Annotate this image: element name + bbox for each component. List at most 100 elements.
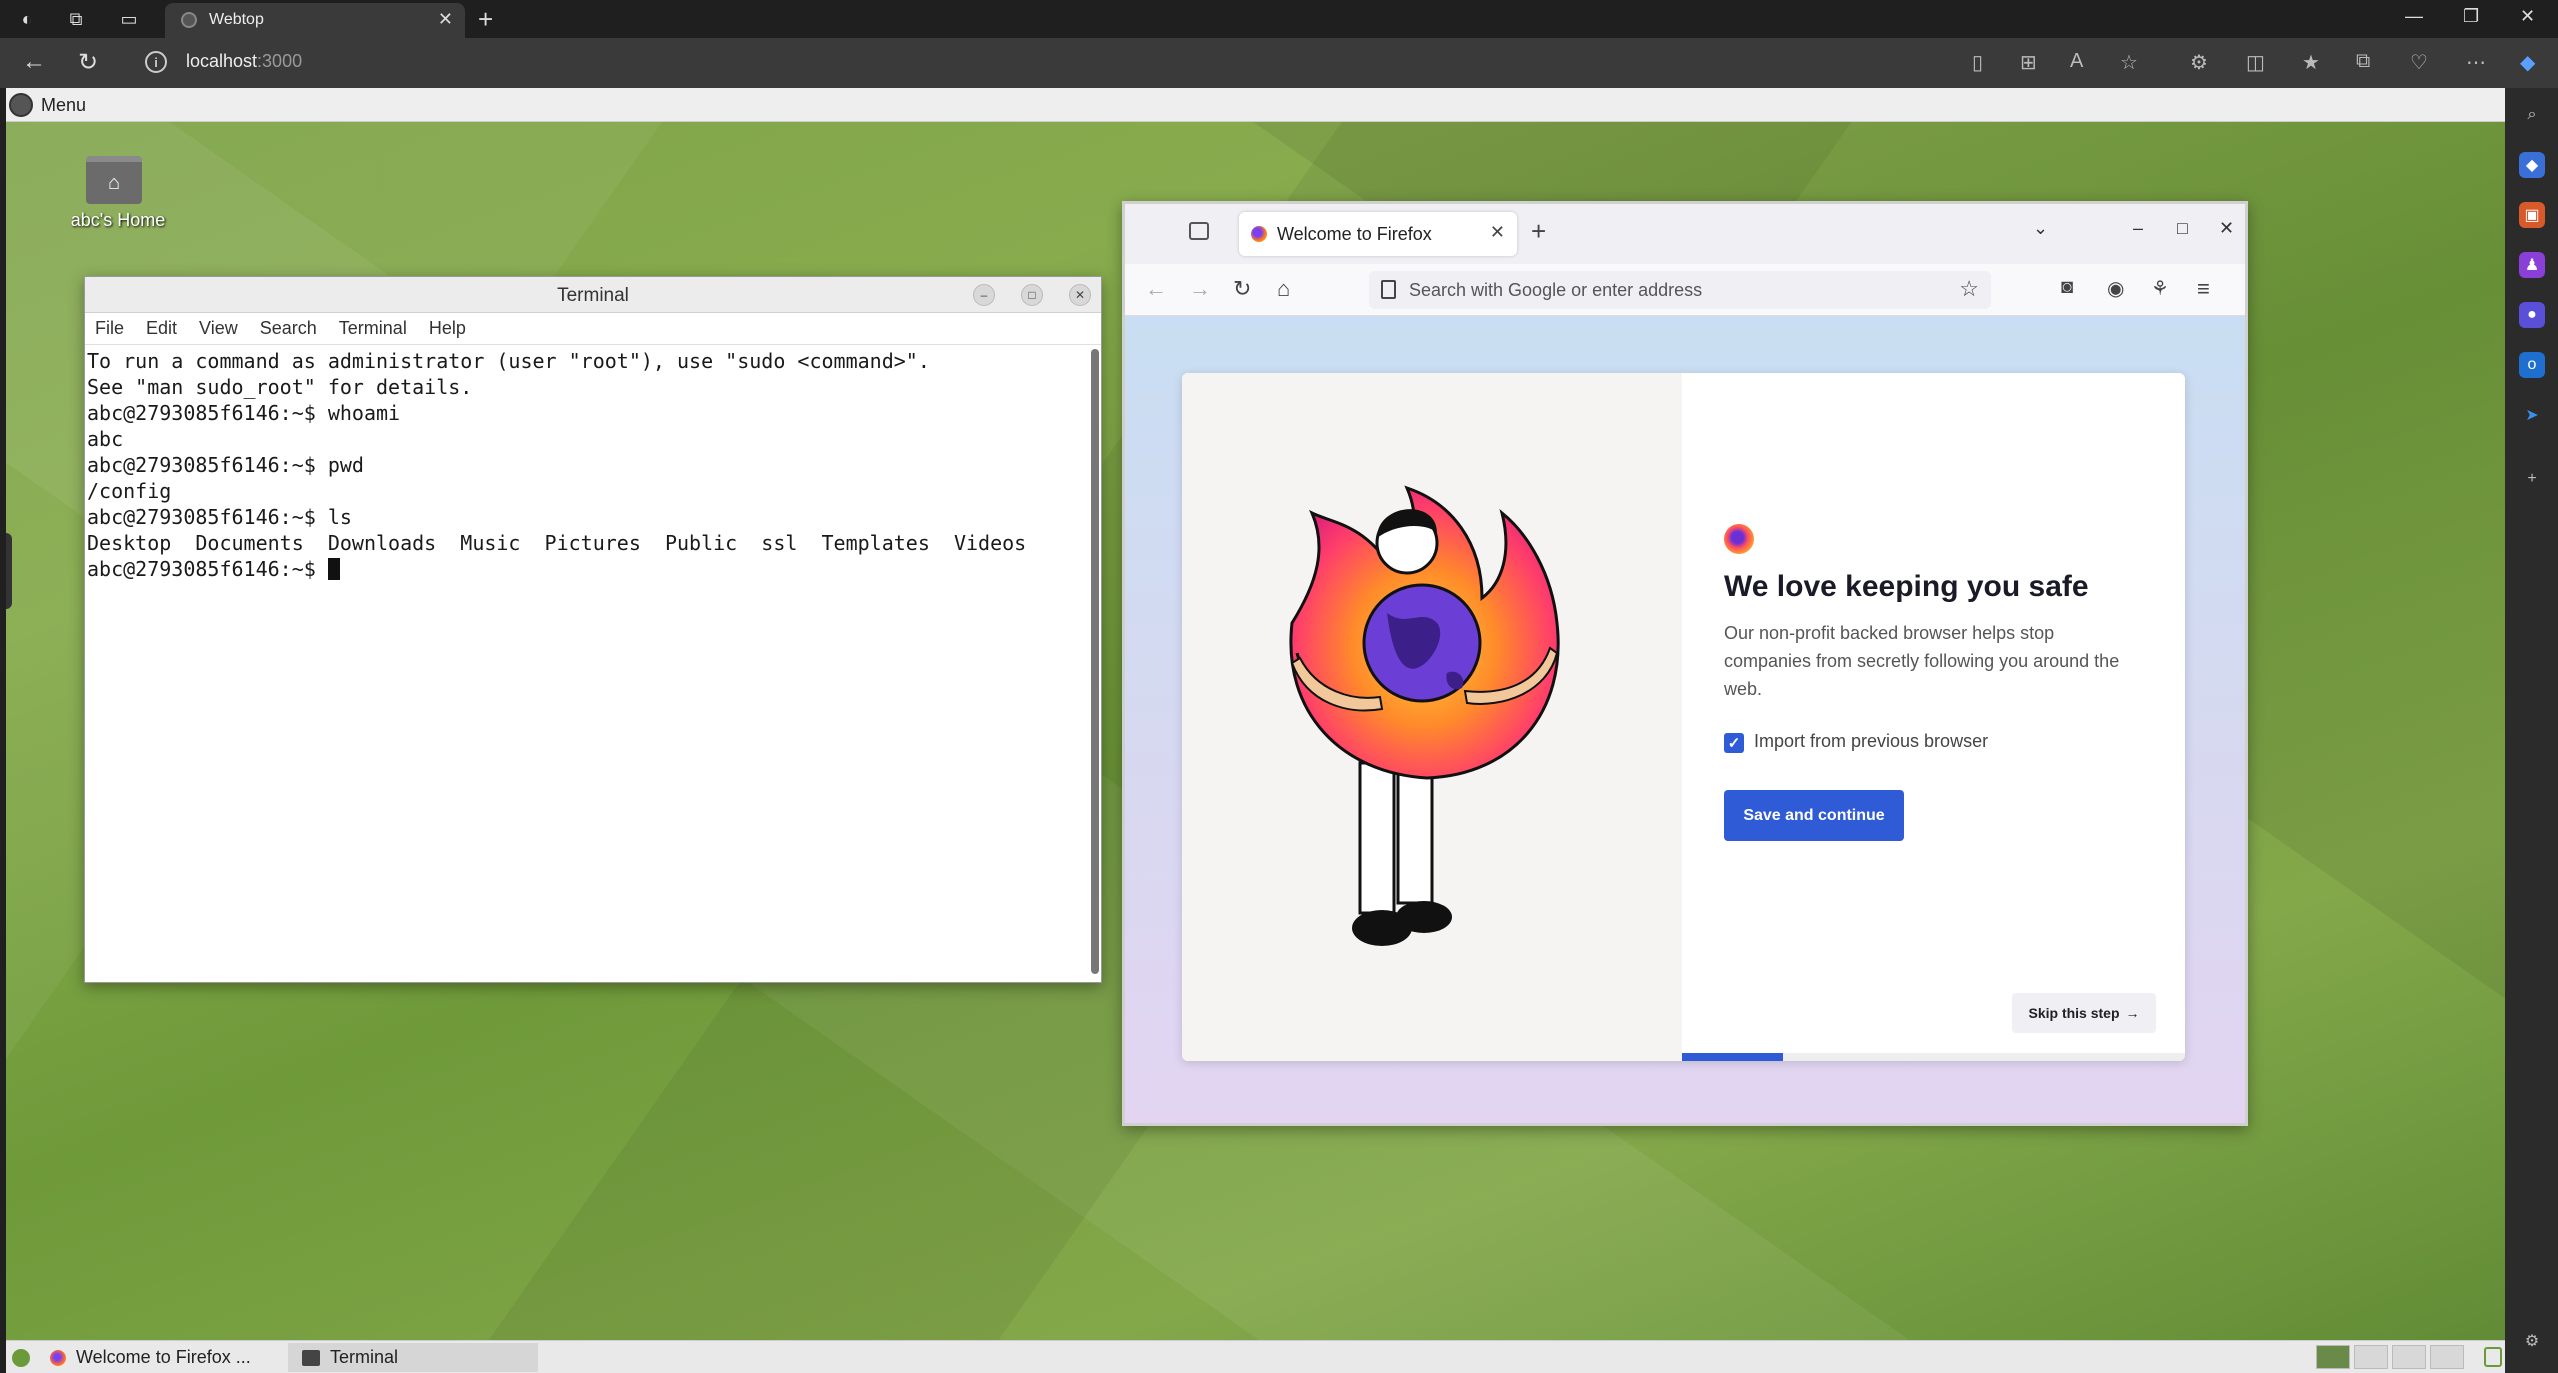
extensions-icon[interactable]: ⚙ <box>2190 50 2208 75</box>
start-menu-icon[interactable] <box>12 1349 30 1367</box>
terminal-scrollbar[interactable] <box>1091 349 1099 974</box>
firefox-minimize-icon[interactable]: – <box>2133 218 2143 239</box>
terminal-menu-search[interactable]: Search <box>260 318 317 344</box>
hamburger-menu-icon[interactable]: ≡ <box>2197 276 2210 302</box>
page-icon <box>1381 280 1396 299</box>
app-available-icon[interactable]: ⊞ <box>2020 50 2037 75</box>
terminal-menu-edit[interactable]: Edit <box>146 318 177 344</box>
sidebar-outlook-icon[interactable]: o <box>2519 352 2545 378</box>
workspaces-icon[interactable]: ⧉ <box>63 6 89 32</box>
import-checkbox-label[interactable]: Import from previous browser <box>1754 731 1988 752</box>
import-checkbox[interactable]: ✓ <box>1724 733 1744 753</box>
taskbar-item-terminal[interactable]: Terminal <box>288 1343 538 1372</box>
terminal-titlebar[interactable]: Terminal – □ ✕ <box>85 277 1101 313</box>
new-tab-button[interactable]: + <box>478 4 493 35</box>
firefox-close-tab-icon[interactable]: ✕ <box>1490 222 1505 243</box>
terminal-maximize-icon[interactable]: □ <box>1021 284 1043 306</box>
sidebar-send-icon[interactable]: ➤ <box>2519 402 2545 428</box>
skip-step-button[interactable]: Skip this step → <box>2012 993 2156 1033</box>
terminal-title: Terminal <box>557 285 629 306</box>
account-icon[interactable]: ◉ <box>2107 276 2124 301</box>
taskbar-item-label: Welcome to Firefox ... <box>76 1347 251 1367</box>
terminal-menubar: File Edit View Search Terminal Help <box>85 313 1101 345</box>
firefox-task-icon <box>50 1349 66 1366</box>
home-folder-icon[interactable]: ⌂ <box>86 156 142 204</box>
read-aloud-icon[interactable]: A <box>2070 50 2083 73</box>
sidebar-shopping-icon[interactable]: ◆ <box>2519 152 2545 178</box>
onboarding-progress-fill <box>1682 1053 1783 1061</box>
terminal-output[interactable]: To run a command as administrator (user … <box>87 345 1087 982</box>
person-hugging-firefox-illustration <box>1289 485 1560 946</box>
skip-step-label: Skip this step <box>2028 1005 2120 1021</box>
close-window-icon[interactable]: ✕ <box>2520 6 2535 27</box>
terminal-line: abc@2793085f6146:~$ pwd <box>87 453 364 477</box>
home-folder-label[interactable]: abc's Home <box>58 210 178 231</box>
onboarding-subtext: Our non-profit backed browser helps stop… <box>1724 623 2120 699</box>
performance-icon[interactable]: ♡ <box>2410 50 2428 75</box>
taskbar-item-firefox[interactable]: Welcome to Firefox ... <box>36 1343 286 1372</box>
favorite-star-icon[interactable]: ☆ <box>2120 50 2138 75</box>
firefox-forward-icon[interactable]: → <box>1189 276 1211 302</box>
side-panel-handle[interactable] <box>6 533 12 609</box>
split-screen-icon[interactable]: ◫ <box>2246 50 2265 75</box>
terminal-close-icon[interactable]: ✕ <box>1069 284 1091 306</box>
desktop-taskbar: Welcome to Firefox ... Terminal <box>6 1340 2505 1373</box>
firefox-new-tab-button[interactable]: + <box>1531 216 1546 247</box>
firefox-close-icon[interactable]: ✕ <box>2219 218 2234 239</box>
tab-actions-icon[interactable]: ▭ <box>116 6 142 32</box>
sidebar-settings-icon[interactable]: ⚙ <box>2519 1328 2545 1354</box>
firefox-tabbar: Welcome to Firefox ✕ + ⌄ – □ ✕ <box>1125 204 2245 264</box>
copilot-icon[interactable]: ◆ <box>2520 50 2535 75</box>
firefox-home-icon[interactable]: ⌂ <box>1277 276 1290 302</box>
profile-icon[interactable]: ◐ <box>14 6 40 32</box>
favorites-icon[interactable]: ★ <box>2302 50 2320 75</box>
firefox-extensions-icon[interactable]: ⚘ <box>2151 276 2169 301</box>
sidebar-search-icon[interactable]: ⌕ <box>2519 102 2545 128</box>
close-tab-icon[interactable]: ✕ <box>438 9 453 30</box>
firefox-list-tabs-icon[interactable]: ⌄ <box>2033 218 2048 239</box>
terminal-minimize-icon[interactable]: – <box>973 284 995 306</box>
workspace-4[interactable] <box>2430 1345 2464 1369</box>
terminal-cursor <box>327 558 340 580</box>
pocket-icon[interactable]: ◙ <box>2061 276 2073 299</box>
trash-icon[interactable] <box>2484 1347 2502 1367</box>
workspace-3[interactable] <box>2392 1345 2426 1369</box>
workspace-1[interactable] <box>2316 1345 2350 1369</box>
terminal-line: To run a command as administrator (user … <box>87 349 930 373</box>
firefox-reload-icon[interactable]: ↻ <box>1233 276 1251 302</box>
terminal-menu-view[interactable]: View <box>199 318 238 344</box>
firefox-maximize-icon[interactable]: □ <box>2177 218 2188 239</box>
collections-icon[interactable]: ⧉ <box>2356 50 2370 73</box>
firefox-logo-icon <box>1724 524 1754 554</box>
more-options-icon[interactable]: ⋯ <box>2466 50 2486 75</box>
bookmark-star-icon[interactable]: ☆ <box>1959 276 1979 302</box>
terminal-menu-help[interactable]: Help <box>429 318 466 344</box>
restore-window-icon[interactable]: ❐ <box>2463 6 2479 27</box>
reload-icon[interactable]: ↻ <box>78 48 98 77</box>
workspace-2[interactable] <box>2354 1345 2388 1369</box>
onboarding-progress-track <box>1682 1053 2185 1061</box>
url-field[interactable]: localhost:3000 <box>186 51 302 72</box>
sidebar-tools-icon[interactable]: ▣ <box>2519 202 2545 228</box>
menu-logo-icon[interactable] <box>9 93 33 117</box>
browser-address-bar: ← ↻ i localhost:3000 ▯ ⊞ A ☆ ⚙ ◫ ★ ⧉ ♡ ⋯… <box>0 38 2558 88</box>
back-icon[interactable]: ← <box>22 48 46 76</box>
terminal-menu-file[interactable]: File <box>95 318 124 344</box>
firefox-tab-welcome[interactable]: Welcome to Firefox ✕ <box>1239 212 1517 256</box>
minimize-window-icon[interactable]: — <box>2405 6 2423 27</box>
firefox-address-bar[interactable]: Search with Google or enter address ☆ <box>1369 271 1991 309</box>
webtop-desktop: Menu ⌂ abc's Home Terminal – □ ✕ File Ed… <box>6 88 2505 1373</box>
firefox-back-icon[interactable]: ← <box>1145 276 1167 302</box>
reading-view-icon[interactable]: ▯ <box>1972 50 1983 75</box>
sidebar-add-icon[interactable]: + <box>2519 466 2545 492</box>
browser-tab-webtop[interactable]: Webtop ✕ <box>165 3 465 38</box>
terminal-menu-terminal[interactable]: Terminal <box>339 318 407 344</box>
save-and-continue-button[interactable]: Save and continue <box>1724 790 1904 841</box>
firefox-view-icon[interactable] <box>1189 222 1209 240</box>
menu-button[interactable]: Menu <box>41 95 86 116</box>
sidebar-games-icon[interactable]: ♟ <box>2519 252 2545 278</box>
terminal-prompt: abc@2793085f6146:~$ <box>87 557 328 581</box>
sidebar-copilot-icon[interactable]: ● <box>2519 302 2545 328</box>
site-info-icon[interactable]: i <box>145 51 167 73</box>
desktop-top-panel: Menu <box>6 88 2505 122</box>
